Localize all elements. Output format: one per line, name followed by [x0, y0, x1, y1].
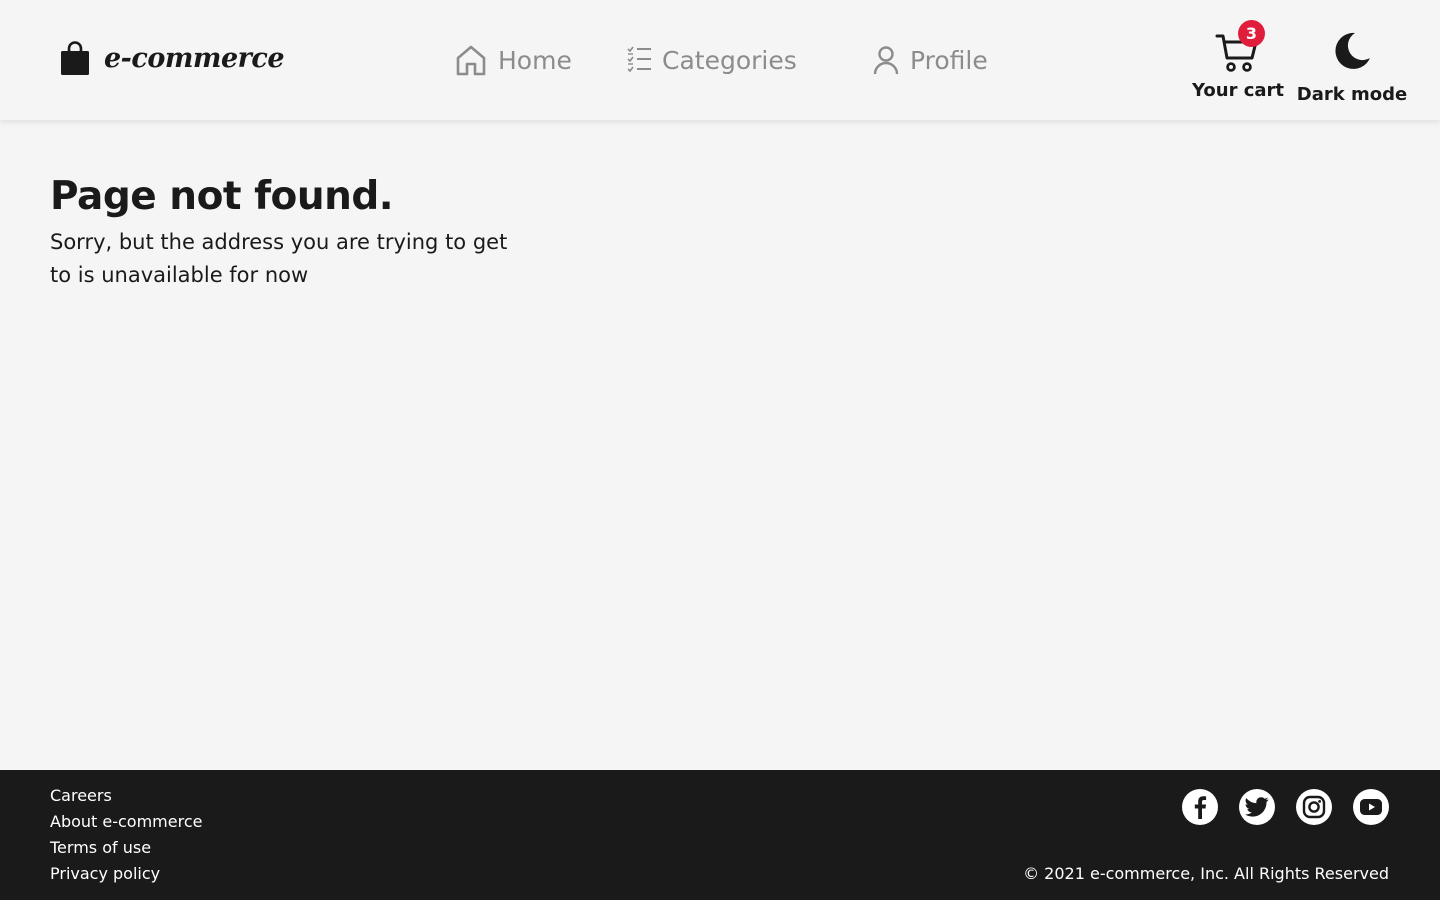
brand-name: e-commerce — [104, 42, 285, 74]
moon-icon — [1329, 28, 1375, 78]
nav-item-profile[interactable]: Profile — [872, 38, 988, 82]
facebook-icon[interactable] — [1182, 789, 1218, 825]
site-header: e-commerce Home Categories Profile 3 You… — [0, 0, 1440, 120]
footer-links: Careers About e-commerce Terms of use Pr… — [50, 786, 202, 890]
nav-item-categories[interactable]: Categories — [626, 38, 797, 82]
cart-button[interactable]: 3 Your cart — [1192, 20, 1285, 101]
nav-label: Categories — [662, 45, 797, 75]
home-icon — [454, 43, 488, 77]
error-message: Sorry, but the address you are trying to… — [50, 230, 508, 287]
copyright-text: © 2021 e-commerce, Inc. All Rights Reser… — [1023, 864, 1389, 883]
page-title: Page not found. — [50, 174, 394, 219]
social-links — [1182, 789, 1389, 825]
cart-label: Your cart — [1192, 80, 1285, 101]
site-footer: Careers About e-commerce Terms of use Pr… — [0, 770, 1440, 900]
dark-mode-label: Dark mode — [1296, 84, 1408, 105]
cart-icon: 3 — [1214, 20, 1265, 74]
nav-item-home[interactable]: Home — [454, 38, 572, 82]
nav-label: Home — [498, 45, 572, 75]
dark-mode-toggle[interactable]: Dark mode — [1296, 28, 1408, 105]
footer-link-terms[interactable]: Terms of use — [50, 838, 151, 857]
nav-label: Profile — [910, 45, 988, 75]
instagram-icon[interactable] — [1296, 789, 1332, 825]
footer-link-careers[interactable]: Careers — [50, 786, 112, 805]
brand-logo-link[interactable]: e-commerce — [60, 38, 285, 78]
footer-link-privacy[interactable]: Privacy policy — [50, 864, 160, 883]
list-icon — [626, 45, 652, 75]
main-content: Page not found. Sorry, but the address y… — [50, 172, 520, 292]
user-icon — [872, 45, 900, 75]
cart-count-badge: 3 — [1238, 20, 1265, 47]
footer-link-about[interactable]: About e-commerce — [50, 812, 202, 831]
youtube-icon[interactable] — [1353, 789, 1389, 825]
twitter-icon[interactable] — [1239, 789, 1275, 825]
shopping-bag-icon — [60, 41, 90, 75]
